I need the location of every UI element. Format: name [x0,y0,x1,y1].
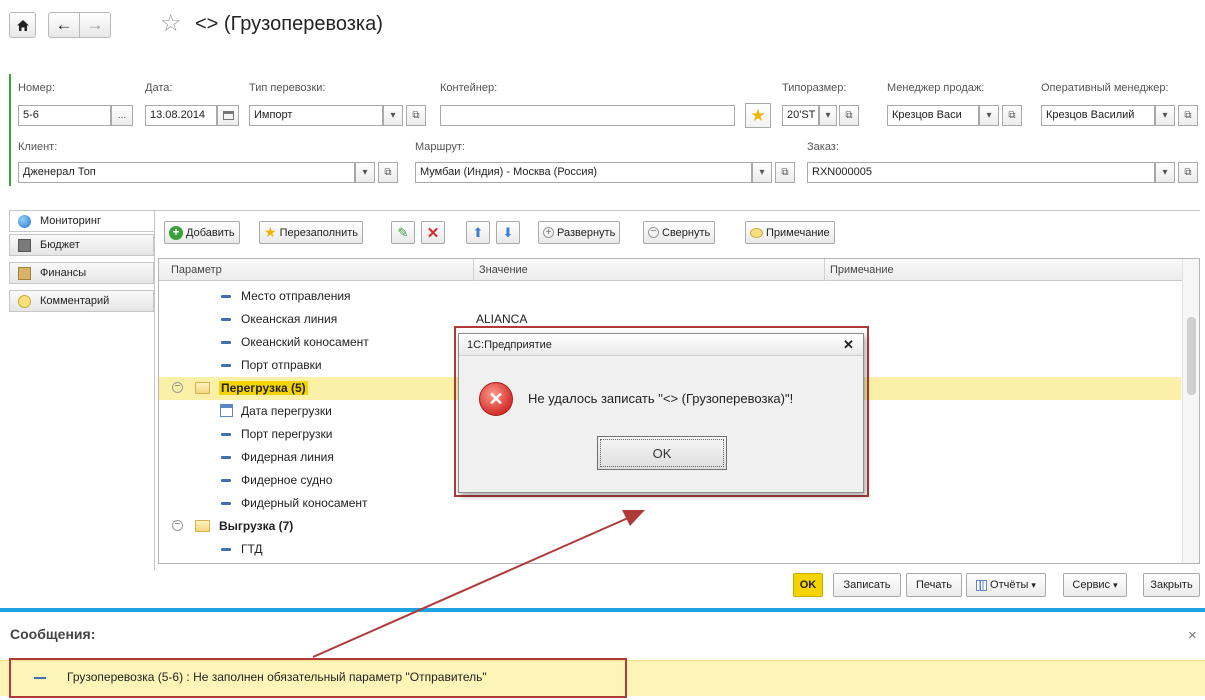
dialog-message: Не удалось записать "<> (Грузоперевозка)… [528,391,794,406]
dialog-ok-button[interactable]: OK [597,436,727,470]
dialog-title-bar: 1С:Предприятие [459,334,863,356]
error-icon: ✕ [479,382,513,416]
dialog-ok-label: OK [652,445,672,461]
dialog-close-icon[interactable]: ✕ [843,337,854,353]
dialog-title: 1С:Предприятие [467,339,552,351]
dialog-ok-focus-ring: OK [600,439,724,467]
error-dialog: 1С:Предприятие ✕ ✕ Не удалось записать "… [458,333,864,493]
